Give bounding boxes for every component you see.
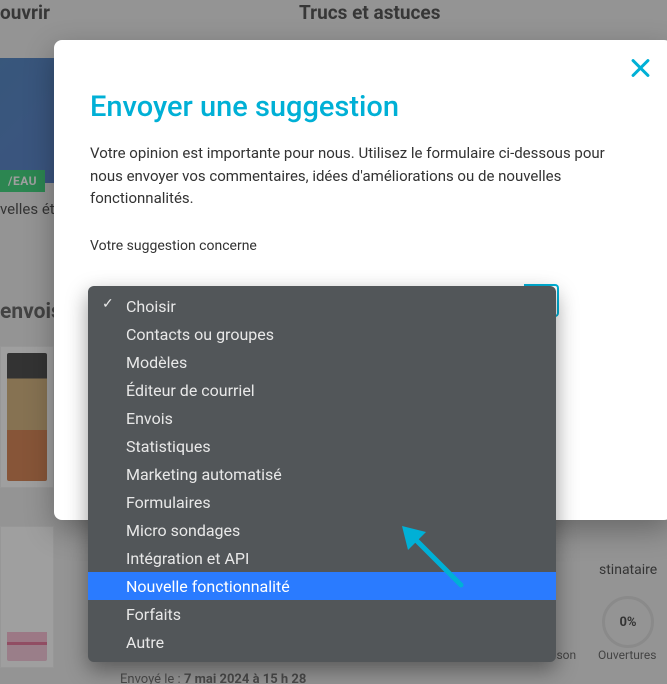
dropdown-option-label: Forfaits [126, 605, 181, 624]
dropdown-option-label: Micro sondages [126, 521, 240, 540]
dropdown-option[interactable]: Éditeur de courriel [88, 376, 556, 404]
dropdown-option-label: Choisir [126, 297, 176, 316]
dropdown-option[interactable]: Micro sondages [88, 516, 556, 544]
dropdown-option[interactable]: ✓ Choisir [88, 292, 556, 320]
modal-description: Votre opinion est importante pour nous. … [90, 142, 636, 210]
dropdown-option-label: Éditeur de courriel [126, 381, 255, 400]
dropdown-option-label: Formulaires [126, 493, 211, 512]
dropdown-option-label: Nouvelle fonctionnalité [126, 577, 290, 596]
dropdown-option-label: Marketing automatisé [126, 465, 282, 484]
dropdown-option[interactable]: Intégration et API [88, 544, 556, 572]
modal-title: Envoyer une suggestion [90, 90, 636, 124]
dropdown-option[interactable]: Formulaires [88, 488, 556, 516]
dropdown-option[interactable]: Contacts ou groupes [88, 320, 556, 348]
dropdown-option[interactable]: Statistiques [88, 432, 556, 460]
dropdown-option-label: Intégration et API [126, 549, 249, 568]
topic-dropdown[interactable]: ✓ Choisir Contacts ou groupes Modèles Éditeu… [88, 286, 556, 662]
dropdown-option-label: Autre [126, 633, 164, 652]
close-icon[interactable] [628, 56, 652, 80]
dropdown-option-label: Contacts ou groupes [126, 325, 274, 344]
dropdown-option-label: Statistiques [126, 437, 211, 456]
check-icon: ✓ [102, 296, 114, 312]
field-label-topic: Votre suggestion concerne [90, 238, 636, 254]
dropdown-option[interactable]: Autre [88, 628, 556, 656]
dropdown-option[interactable]: Envois [88, 404, 556, 432]
dropdown-option[interactable]: Marketing automatisé [88, 460, 556, 488]
dropdown-option-label: Envois [126, 409, 173, 428]
dropdown-option[interactable]: Forfaits [88, 600, 556, 628]
dropdown-option-label: Modèles [126, 353, 187, 372]
dropdown-option[interactable]: Nouvelle fonctionnalité [88, 572, 556, 600]
dropdown-option[interactable]: Modèles [88, 348, 556, 376]
